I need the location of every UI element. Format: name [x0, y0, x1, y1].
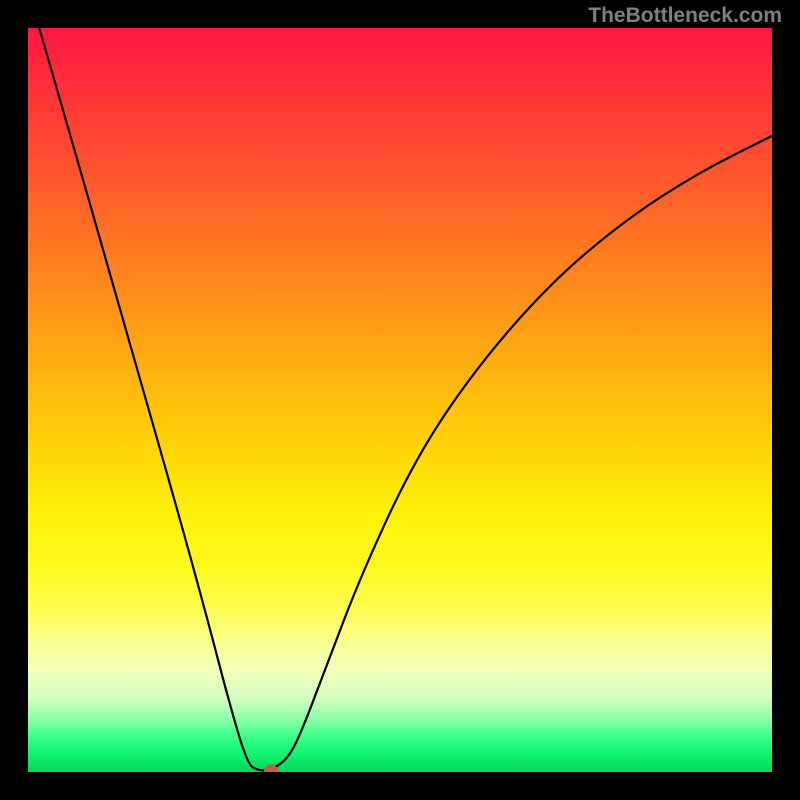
- curve-svg: [28, 28, 772, 772]
- plot-area: [28, 28, 772, 772]
- watermark-text: TheBottleneck.com: [588, 4, 782, 28]
- curve-line: [39, 28, 772, 771]
- minimum-marker-dot: [264, 765, 278, 772]
